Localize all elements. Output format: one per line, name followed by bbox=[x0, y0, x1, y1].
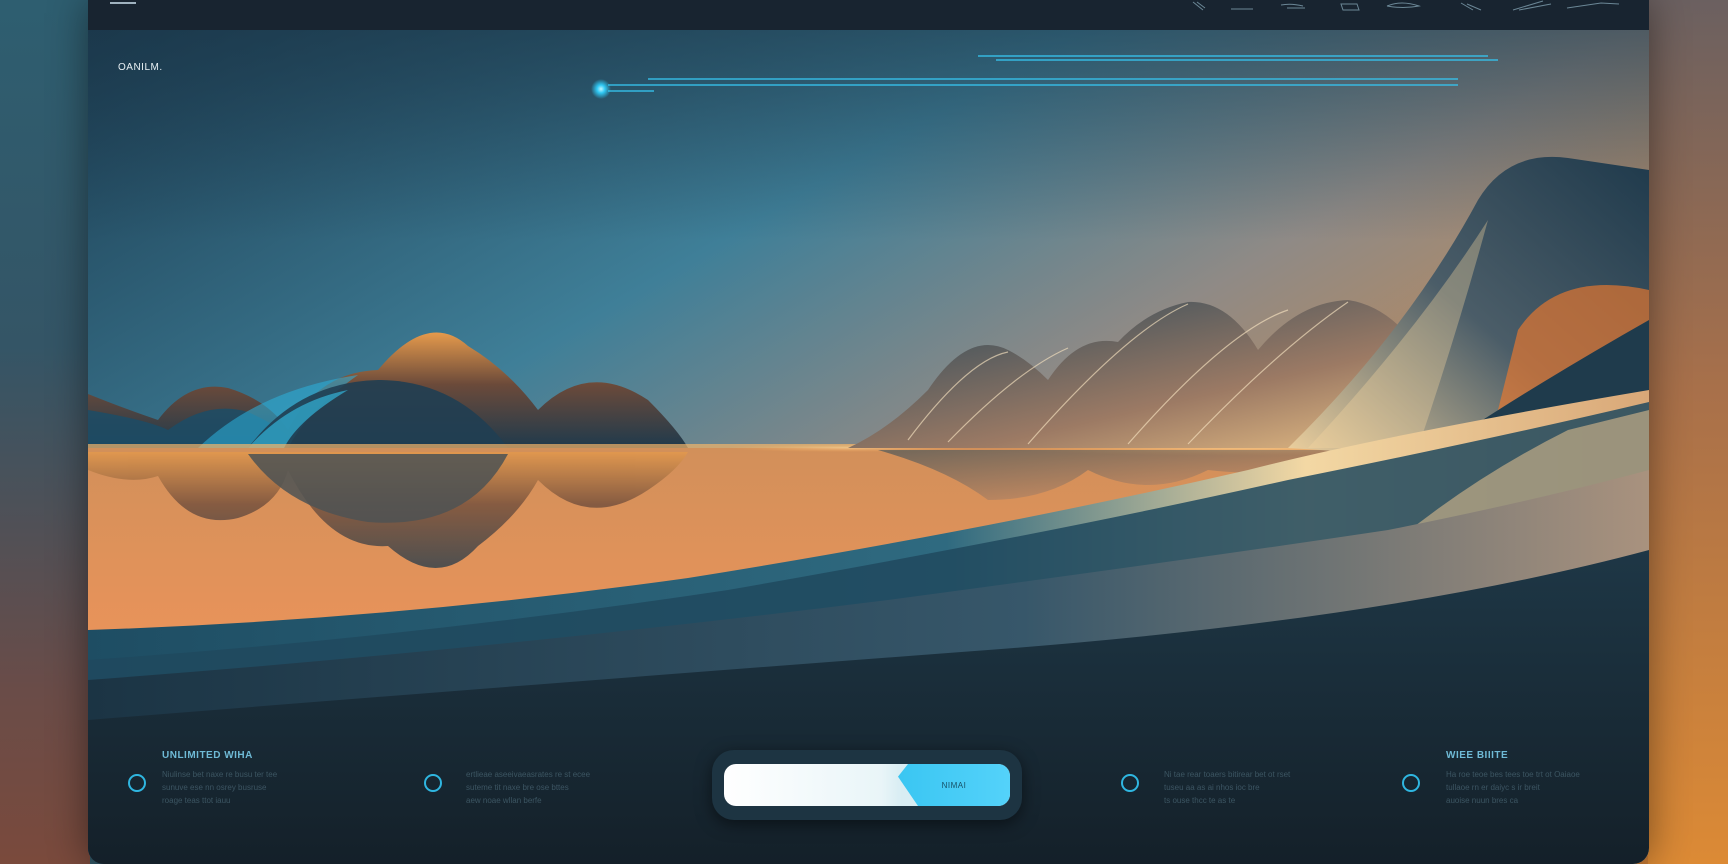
hamburger-menu-icon[interactable] bbox=[110, 0, 136, 4]
feature-text-line: tullaoe rn er daiyc s ir breit bbox=[1446, 783, 1540, 792]
feature-title-left: UNLIMITED WIHA bbox=[162, 750, 253, 761]
background-right-edge bbox=[1648, 0, 1728, 864]
glow-dot-icon bbox=[591, 79, 611, 99]
feature-text-line: tuseu aa as ai nhos ioc bre bbox=[1164, 783, 1260, 792]
landscape-illustration bbox=[88, 30, 1649, 864]
feature-text-line: ertlieae aseeivaeasrates re st ecee bbox=[466, 770, 591, 779]
feature-text-line: Ni tae rear toaers bitirear bet ot rset bbox=[1164, 770, 1291, 779]
feature-text-line: sunuve ese nn osrey busruse bbox=[162, 783, 267, 792]
feature-text-line: auoise nuun bres ca bbox=[1446, 796, 1519, 805]
hero-landscape bbox=[88, 30, 1649, 864]
submit-button[interactable]: NIMAI bbox=[898, 764, 1010, 806]
feature-text-line: ts ouse thcc te as te bbox=[1164, 796, 1236, 805]
feature-text-line: suteme tit naxe bre ose bttes bbox=[466, 783, 569, 792]
ring-icon[interactable] bbox=[128, 774, 146, 792]
top-bar bbox=[88, 0, 1649, 30]
feature-title-right: WIEE BIIITE bbox=[1446, 750, 1509, 761]
ring-icon[interactable] bbox=[424, 774, 442, 792]
feature-text-line: Niulinse bet naxe re busu ter tee bbox=[162, 770, 278, 779]
app-window: OANILM. UNLIMITED WIHA Niulinse bet naxe… bbox=[88, 0, 1649, 864]
feature-text-line: Ha roe teoe bes tees toe trt ot Oaiaoe bbox=[1446, 770, 1580, 779]
ring-icon[interactable] bbox=[1121, 774, 1139, 792]
ring-icon[interactable] bbox=[1402, 774, 1420, 792]
signup-form: NIMAI bbox=[712, 750, 1022, 820]
nav-sketch-icons bbox=[1192, 0, 1620, 11]
feature-text-line: roage teas ttot iauu bbox=[162, 796, 231, 805]
feature-text-line: aew noae wllan berfe bbox=[466, 796, 542, 805]
brand-logo-text: OANILM. bbox=[118, 62, 163, 73]
background-left-edge bbox=[0, 0, 90, 864]
